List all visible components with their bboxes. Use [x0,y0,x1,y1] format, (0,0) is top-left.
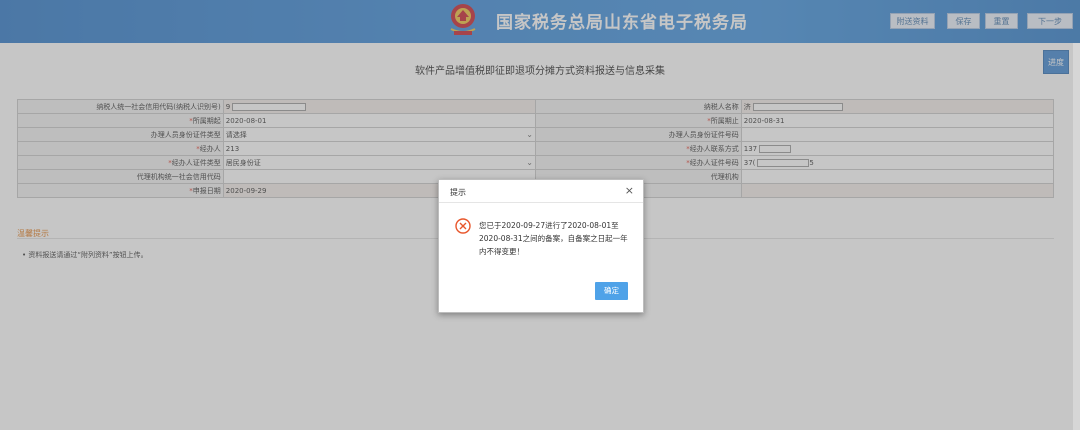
confirm-button[interactable]: 确定 [595,282,628,300]
close-icon[interactable]: × [625,184,634,197]
dialog-message: 您已于2020-09-27进行了2020-08-01至2020-08-31之间的… [479,221,628,256]
dialog-divider [439,202,643,203]
dialog-title: 提示 [450,188,466,197]
scrollbar[interactable] [1073,43,1080,430]
error-icon [455,218,471,234]
alert-dialog: 提示 × 您已于2020-09-27进行了2020-08-01至2020-08-… [438,179,644,313]
